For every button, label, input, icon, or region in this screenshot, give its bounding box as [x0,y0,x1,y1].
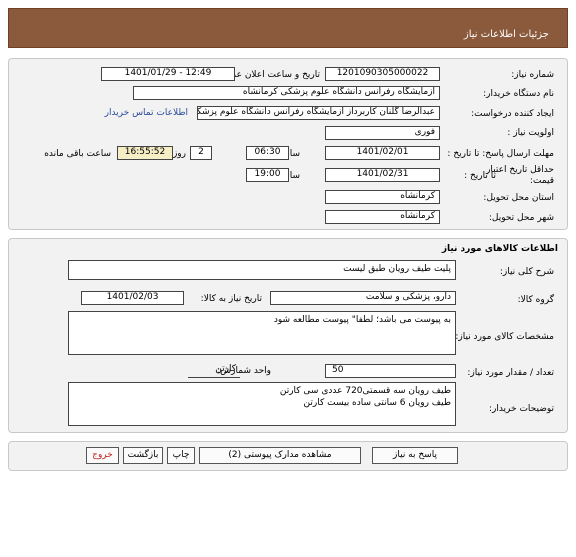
city-field: کرمانشاه [325,210,440,224]
province-field: کرمانشاه [325,190,440,204]
specs-label: مشخصات کالای مورد نیاز: [455,332,554,342]
buyer-field: آزمایشگاه رفرانس دانشگاه علوم پزشکی کرما… [133,86,440,100]
specs-field: به پیوست می باشد؛ لطفا" پیوست مطالعه شود [68,311,456,355]
page-header: جزئیات اطلاعات نیاز [8,8,568,48]
summary-field: پلیت طیف رویان طبق لیست [68,260,456,280]
deadline-time-field: 06:30 [246,146,289,160]
buyer-label: نام دستگاه خریدار: [483,89,554,99]
attachments-button[interactable]: مشاهده مدارک پیوستی (2) [199,447,361,464]
creator-field: عبدالرضا گلنان کاربرداز آزمایشگاه رفرانس… [197,106,440,120]
back-button[interactable]: بازگشت [123,447,163,464]
qty-field: 50 [325,364,456,378]
need-date-label: تاریخ نیاز به کالا: [200,294,262,304]
summary-label: شرح کلی نیاز: [499,267,554,277]
remaining-time-field: 16:55:52 [117,146,173,160]
unit-field: کارتن [188,364,240,378]
price-validity-label: حداقل تاریخ اعتبار [486,165,554,175]
validity-time-field: 19:00 [246,168,289,182]
remaining-time-label: ساعت باقی مانده [44,149,111,159]
group-field: دارو، پزشکی و سلامت [270,291,456,305]
qty-label: تعداد / مقدار مورد نیاز: [467,368,554,378]
need-number-field: 1201090305000022 [325,67,440,81]
goods-section-title: اطلاعات کالاهای مورد نیاز [441,244,558,254]
notes-label: توضیحات خریدار: [488,404,554,414]
city-label: شهر محل تحویل: [488,213,554,223]
remaining-days-field: 2 [190,146,212,160]
need-number-label: شماره نیاز: [511,70,554,80]
need-info-panel [8,58,568,230]
page-title: جزئیات اطلاعات نیاز [463,29,549,40]
deadline-label: مهلت ارسال پاسخ: تا تاریخ : [447,149,554,159]
reply-button[interactable]: پاسخ به نیاز [372,447,458,464]
announce-date-field: 1401/01/29 - 12:49 [101,67,235,81]
validity-date-field: 1401/02/31 [325,168,440,182]
priority-field: فوری [325,126,440,140]
validity-prefix-label: تا تاریخ : [464,171,496,181]
notes-field: طیف رویان سه قسمتی720 عددی سی کارتن طیف … [68,382,456,426]
buyer-contact-link[interactable]: اطلاعات تماس خریدار [105,108,188,118]
creator-label: ایجاد کننده درخواست: [471,109,554,119]
price-validity-label-2: قیمت: [529,176,554,186]
deadline-date-field: 1401/02/01 [325,146,440,160]
priority-label: اولویت نیاز : [507,128,554,138]
print-button[interactable]: چاپ [167,447,195,464]
exit-button[interactable]: خروج [86,447,119,464]
need-date-field: 1401/02/03 [81,291,184,305]
group-label: گروه کالا: [517,295,554,305]
province-label: استان محل تحویل: [483,193,554,203]
